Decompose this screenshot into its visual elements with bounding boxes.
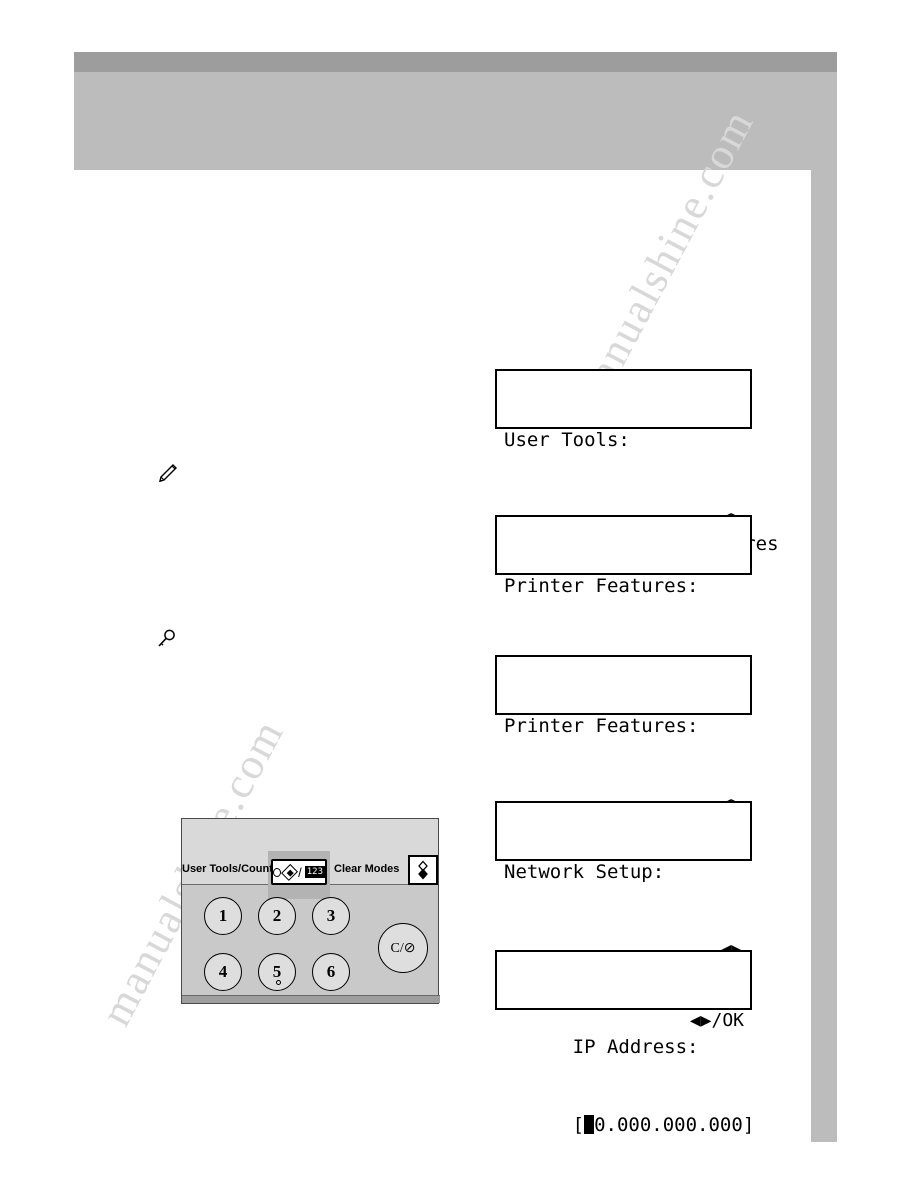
user-tools-screen: User Tools: 5.Printer Features ◀▶	[495, 369, 779, 555]
user-tools-diamond-icon	[280, 863, 299, 881]
lcd5-line1-row: IP Address: ◀▶/OK	[504, 1008, 744, 1058]
clear-modes-icon	[418, 860, 428, 880]
watermark: manualshine.com manualshine.com	[0, 0, 918, 1188]
num-key-4[interactable]: 4	[204, 953, 242, 991]
slash-separator-icon: /	[298, 864, 302, 880]
clear-modes-label: Clear Modes	[334, 863, 400, 875]
printer-features-network-setup-screen: Printer Features: 2.Network Setup ◀▶	[495, 655, 752, 841]
page-edge-bar-foot	[811, 1142, 837, 1162]
num-key-1[interactable]: 1	[204, 897, 242, 935]
counter-circle-icon	[273, 867, 281, 877]
lcd5-bracket-open: [	[572, 1114, 585, 1136]
lcd5-line2-row: [0.000.000.000]	[504, 1086, 755, 1136]
counter-123-icon: 123	[304, 866, 325, 878]
header-light-bar	[74, 72, 837, 170]
lcd5-line1: IP Address:	[572, 1036, 699, 1058]
arrows-ok-icon: ◀▶/OK	[689, 1010, 744, 1031]
num-key-3[interactable]: 3	[312, 897, 350, 935]
num-key-5[interactable]: 5	[258, 953, 296, 991]
operation-panel-illustration: User Tools/Counter Clear Modes / 123 1 2…	[181, 818, 440, 1004]
lcd4-line1: Network Setup:	[504, 861, 665, 883]
panel-upper-area: User Tools/Counter Clear Modes / 123	[182, 819, 438, 899]
network-setup-ip-address-screen: Network Setup: 1.IP Address ◀▶	[495, 801, 752, 987]
clear-modes-button[interactable]	[408, 855, 438, 885]
lcd3-line1: Printer Features:	[504, 715, 699, 737]
user-tools-counter-button[interactable]: / 123	[271, 859, 327, 885]
lcd5-bracket-close: ]	[742, 1114, 755, 1136]
block-cursor	[584, 1115, 595, 1134]
user-tools-counter-label: User Tools/Counter	[182, 863, 284, 875]
pencil-note-icon	[157, 462, 179, 490]
num-key-2[interactable]: 2	[258, 897, 296, 935]
page-edge-bar	[811, 170, 837, 1142]
panel-bottom-strip	[182, 995, 440, 1003]
lcd5-ip-value: 0.000.000.000	[594, 1114, 743, 1136]
clear-stop-key[interactable]: C/⊘	[378, 923, 428, 973]
key-reference-icon	[156, 628, 178, 656]
lcd1-line1: User Tools:	[504, 429, 630, 451]
header-dark-bar	[74, 52, 837, 72]
num-key-6[interactable]: 6	[312, 953, 350, 991]
ip-address-entry-screen: IP Address: ◀▶/OK [0.000.000.000]	[495, 950, 754, 1136]
document-page: manualshine.com manualshine.com User Too…	[0, 0, 918, 1188]
lcd2-line1: Printer Features:	[504, 575, 699, 597]
printer-features-job-control-screen: Printer Features: 1.Job Control ◀▶	[495, 515, 752, 701]
